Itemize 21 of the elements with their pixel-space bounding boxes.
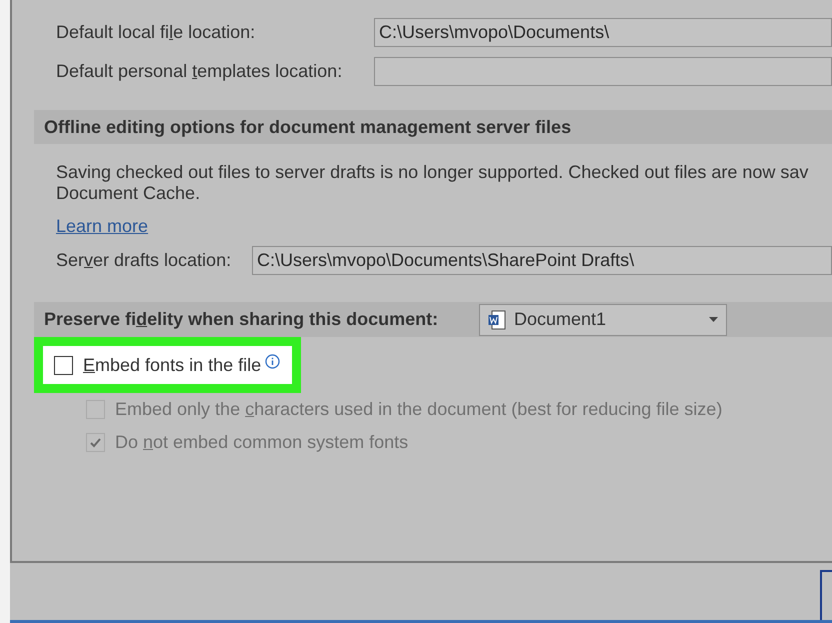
path-field[interactable] [374, 57, 832, 86]
section-title: Preserve fidelity when sharing this document: [44, 309, 438, 329]
caret-icon [709, 317, 718, 322]
path-field[interactable]: C:\Users\mvopo\Documents\ [374, 18, 832, 47]
description-text: Saving checked out files to server drafts is no longer supported. Checked out files are now sav [56, 162, 810, 183]
field-label: Server drafts location: [56, 250, 232, 270]
learn-more-link[interactable]: Learn more [56, 213, 148, 240]
option-label: Do not embed common system fonts [115, 431, 408, 454]
field-label: Default local file location: [56, 22, 256, 42]
option-label: Embed fonts in the file [83, 354, 262, 376]
option-label: Embed only the characters used in the document (best for reducing file size) [115, 398, 722, 421]
field-label: Default personal templates location: [56, 61, 342, 81]
section-header: Offline editing options for document management server files [34, 110, 832, 144]
document-dropdown[interactable]: Document1 [479, 304, 727, 336]
document-icon [488, 310, 506, 330]
info-icon[interactable] [265, 354, 280, 368]
checkbox[interactable] [54, 356, 73, 374]
dropdown-value: Document1 [514, 308, 608, 331]
path-field[interactable]: C:\Users\mvopo\Documents\SharePoint Drafts\ [252, 246, 832, 275]
description-text: Document Cache. [56, 183, 202, 204]
checkmark-icon [89, 436, 102, 449]
